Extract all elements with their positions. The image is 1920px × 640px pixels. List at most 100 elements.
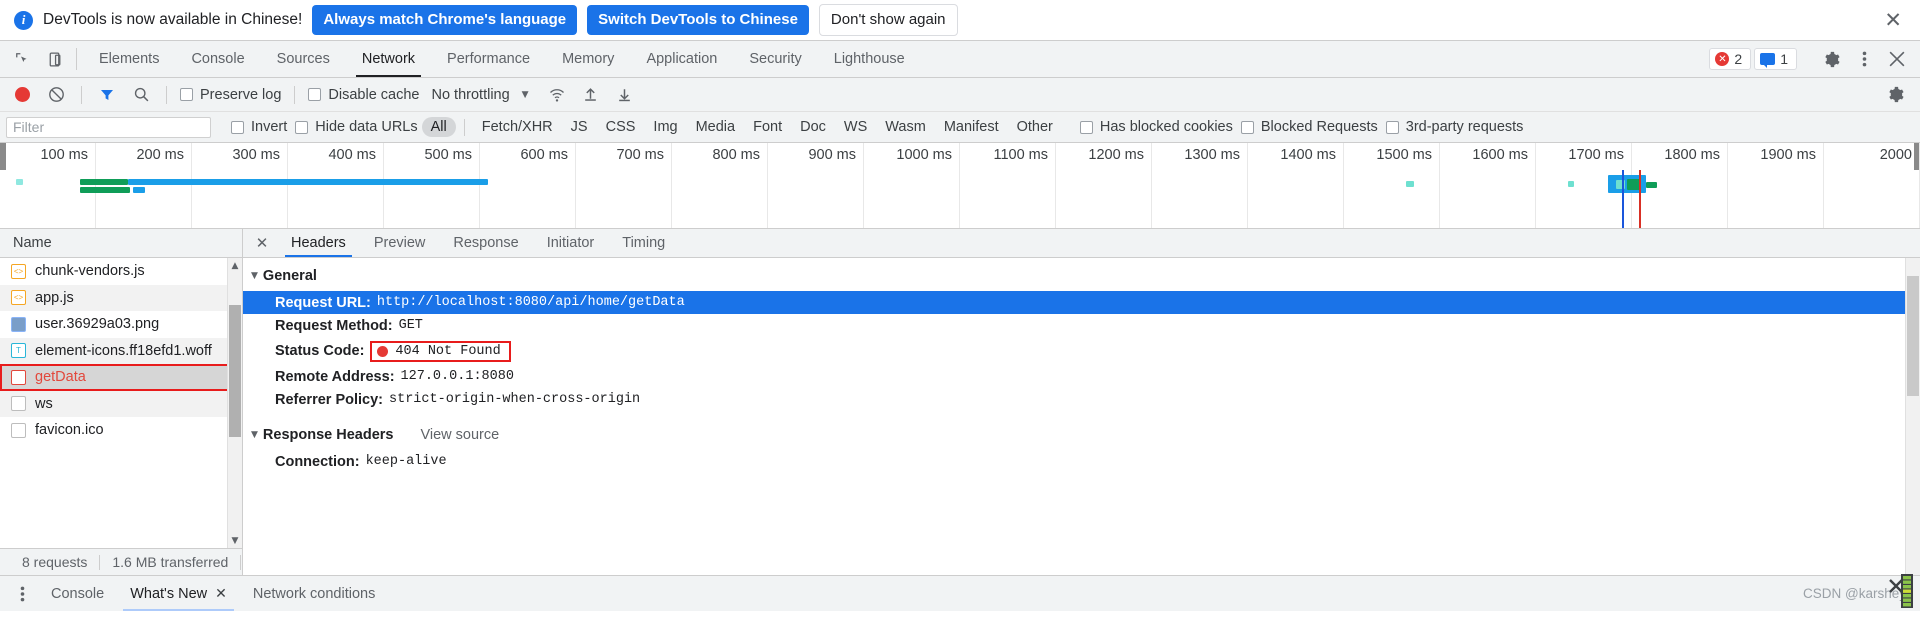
- request-name-column-header[interactable]: Name: [0, 229, 242, 258]
- drawer-tab-console[interactable]: Console: [38, 576, 117, 611]
- chevron-up-icon[interactable]: ▲: [228, 258, 242, 273]
- filter-input[interactable]: [6, 116, 211, 138]
- filter-funnel-icon[interactable]: [91, 87, 123, 103]
- filter-type-doc[interactable]: Doc: [791, 117, 835, 137]
- general-row-status-code[interactable]: Status Code: 404 Not Found: [243, 337, 1920, 365]
- general-row-request-url[interactable]: Request URL: http://localhost:8080/api/h…: [243, 291, 1920, 314]
- preserve-log-checkbox[interactable]: Preserve log: [176, 87, 285, 103]
- switch-to-chinese-button[interactable]: Switch DevTools to Chinese: [587, 4, 809, 36]
- row-value: keep-alive: [365, 454, 447, 469]
- always-match-language-button[interactable]: Always match Chrome's language: [312, 4, 578, 36]
- tab-response[interactable]: Response: [439, 229, 532, 257]
- disable-cache-checkbox[interactable]: Disable cache: [304, 87, 423, 103]
- tab-application[interactable]: Application: [630, 41, 733, 77]
- row-key: Remote Address:: [275, 368, 395, 385]
- scrollbar-thumb[interactable]: [1907, 276, 1919, 396]
- general-row-referrer-policy[interactable]: Referrer Policy: strict-origin-when-cros…: [243, 388, 1920, 411]
- kebab-menu-icon[interactable]: [1849, 44, 1879, 74]
- error-count-badge[interactable]: ✕ 2: [1709, 48, 1752, 70]
- overview-ruler: 100 ms 200 ms 300 ms 400 ms 500 ms 600 ms 700 …: [0, 143, 1920, 228]
- request-row-user-png[interactable]: user.36929a03.png: [0, 311, 242, 338]
- divider: [463, 118, 465, 136]
- request-row-getdata[interactable]: getData: [0, 364, 242, 391]
- search-icon[interactable]: [125, 86, 157, 103]
- hide-data-urls-checkbox[interactable]: Hide data URLs: [291, 119, 421, 135]
- row-value: GET: [398, 318, 423, 333]
- drawer-tab-whats-new[interactable]: What's New ✕: [117, 576, 240, 611]
- filter-type-manifest[interactable]: Manifest: [935, 117, 1008, 137]
- filter-type-other[interactable]: Other: [1008, 117, 1062, 137]
- tab-timing[interactable]: Timing: [608, 229, 679, 257]
- import-har-icon[interactable]: [575, 86, 607, 103]
- request-row-favicon[interactable]: favicon.ico: [0, 417, 242, 444]
- tab-performance[interactable]: Performance: [431, 41, 546, 77]
- kebab-menu-icon[interactable]: [6, 576, 38, 611]
- export-har-icon[interactable]: [609, 86, 641, 103]
- checkbox-box: [180, 88, 193, 101]
- throttling-select[interactable]: No throttling: [425, 87, 515, 103]
- filter-type-css[interactable]: CSS: [597, 117, 645, 137]
- tab-elements[interactable]: Elements: [83, 41, 175, 77]
- response-headers-title: Response Headers: [262, 427, 394, 443]
- chevron-down-icon[interactable]: ▼: [518, 90, 539, 100]
- network-timeline-overview[interactable]: 100 ms 200 ms 300 ms 400 ms 500 ms 600 ms 700 …: [0, 143, 1920, 229]
- filter-type-font[interactable]: Font: [744, 117, 791, 137]
- filter-type-all[interactable]: All: [421, 117, 456, 137]
- chevron-down-icon[interactable]: ▼: [228, 533, 242, 548]
- filter-type-fetch-xhr[interactable]: Fetch/XHR: [473, 117, 562, 137]
- third-party-requests-checkbox[interactable]: 3rd-party requests: [1382, 119, 1528, 135]
- device-toolbar-icon[interactable]: [38, 41, 70, 77]
- request-list-panel: Name <> chunk-vendors.js <> app.js user.…: [0, 229, 243, 575]
- close-icon[interactable]: ✕: [1880, 9, 1906, 31]
- filter-type-js[interactable]: JS: [562, 117, 597, 137]
- general-section-title: General: [262, 268, 317, 284]
- gear-icon[interactable]: [1816, 44, 1846, 74]
- request-list-scrollbar[interactable]: ▲ ▼: [227, 258, 242, 548]
- general-section-header[interactable]: ▼ General: [243, 261, 1920, 291]
- view-source-link[interactable]: View source: [420, 427, 499, 443]
- dont-show-again-button[interactable]: Don't show again: [818, 3, 958, 37]
- filter-type-ws[interactable]: WS: [835, 117, 876, 137]
- clear-icon[interactable]: [40, 86, 72, 103]
- divider: [81, 85, 82, 104]
- tab-network[interactable]: Network: [346, 41, 431, 77]
- tab-console[interactable]: Console: [175, 41, 260, 77]
- general-row-remote-address[interactable]: Remote Address: 127.0.0.1:8080: [243, 365, 1920, 388]
- tab-initiator[interactable]: Initiator: [533, 229, 609, 257]
- filter-type-media[interactable]: Media: [687, 117, 745, 137]
- tab-lighthouse[interactable]: Lighthouse: [818, 41, 921, 77]
- drawer-tab-network-conditions[interactable]: Network conditions: [240, 576, 389, 611]
- invert-checkbox[interactable]: Invert: [227, 119, 291, 135]
- row-key: Status Code:: [275, 343, 365, 359]
- has-blocked-cookies-checkbox[interactable]: Has blocked cookies: [1076, 119, 1237, 135]
- scrollbar-thumb[interactable]: [229, 305, 241, 437]
- request-row-element-icons-woff[interactable]: T element-icons.ff18efd1.woff: [0, 337, 242, 364]
- response-header-row-connection[interactable]: Connection: keep-alive: [243, 450, 1920, 473]
- blocked-requests-checkbox[interactable]: Blocked Requests: [1237, 119, 1382, 135]
- request-row-ws[interactable]: ws: [0, 390, 242, 417]
- close-icon[interactable]: [1882, 44, 1912, 74]
- close-icon[interactable]: ✕: [247, 229, 277, 257]
- tab-security[interactable]: Security: [733, 41, 817, 77]
- filter-type-img[interactable]: Img: [644, 117, 686, 137]
- close-icon[interactable]: ✕: [215, 586, 227, 602]
- inspect-element-icon[interactable]: [6, 41, 38, 77]
- gear-icon[interactable]: [1880, 80, 1910, 110]
- filter-type-wasm[interactable]: Wasm: [876, 117, 935, 137]
- general-row-request-method[interactable]: Request Method: GET: [243, 314, 1920, 337]
- request-row-app-js[interactable]: <> app.js: [0, 284, 242, 311]
- tab-sources[interactable]: Sources: [261, 41, 346, 77]
- divider: [166, 85, 167, 104]
- generic-file-icon: [11, 422, 26, 438]
- network-conditions-icon[interactable]: [541, 86, 573, 104]
- status-error-dot-icon: [377, 345, 389, 357]
- tab-memory[interactable]: Memory: [546, 41, 630, 77]
- tab-preview[interactable]: Preview: [360, 229, 440, 257]
- tab-headers[interactable]: Headers: [277, 229, 360, 257]
- status-code-value: 404 Not Found: [395, 343, 501, 359]
- details-scrollbar[interactable]: [1905, 258, 1920, 575]
- request-row-chunk-vendors[interactable]: <> chunk-vendors.js: [0, 258, 242, 285]
- response-headers-section-header[interactable]: ▼ Response Headers View source: [243, 420, 1920, 450]
- record-button[interactable]: [6, 87, 38, 102]
- message-count-badge[interactable]: 1: [1754, 48, 1797, 70]
